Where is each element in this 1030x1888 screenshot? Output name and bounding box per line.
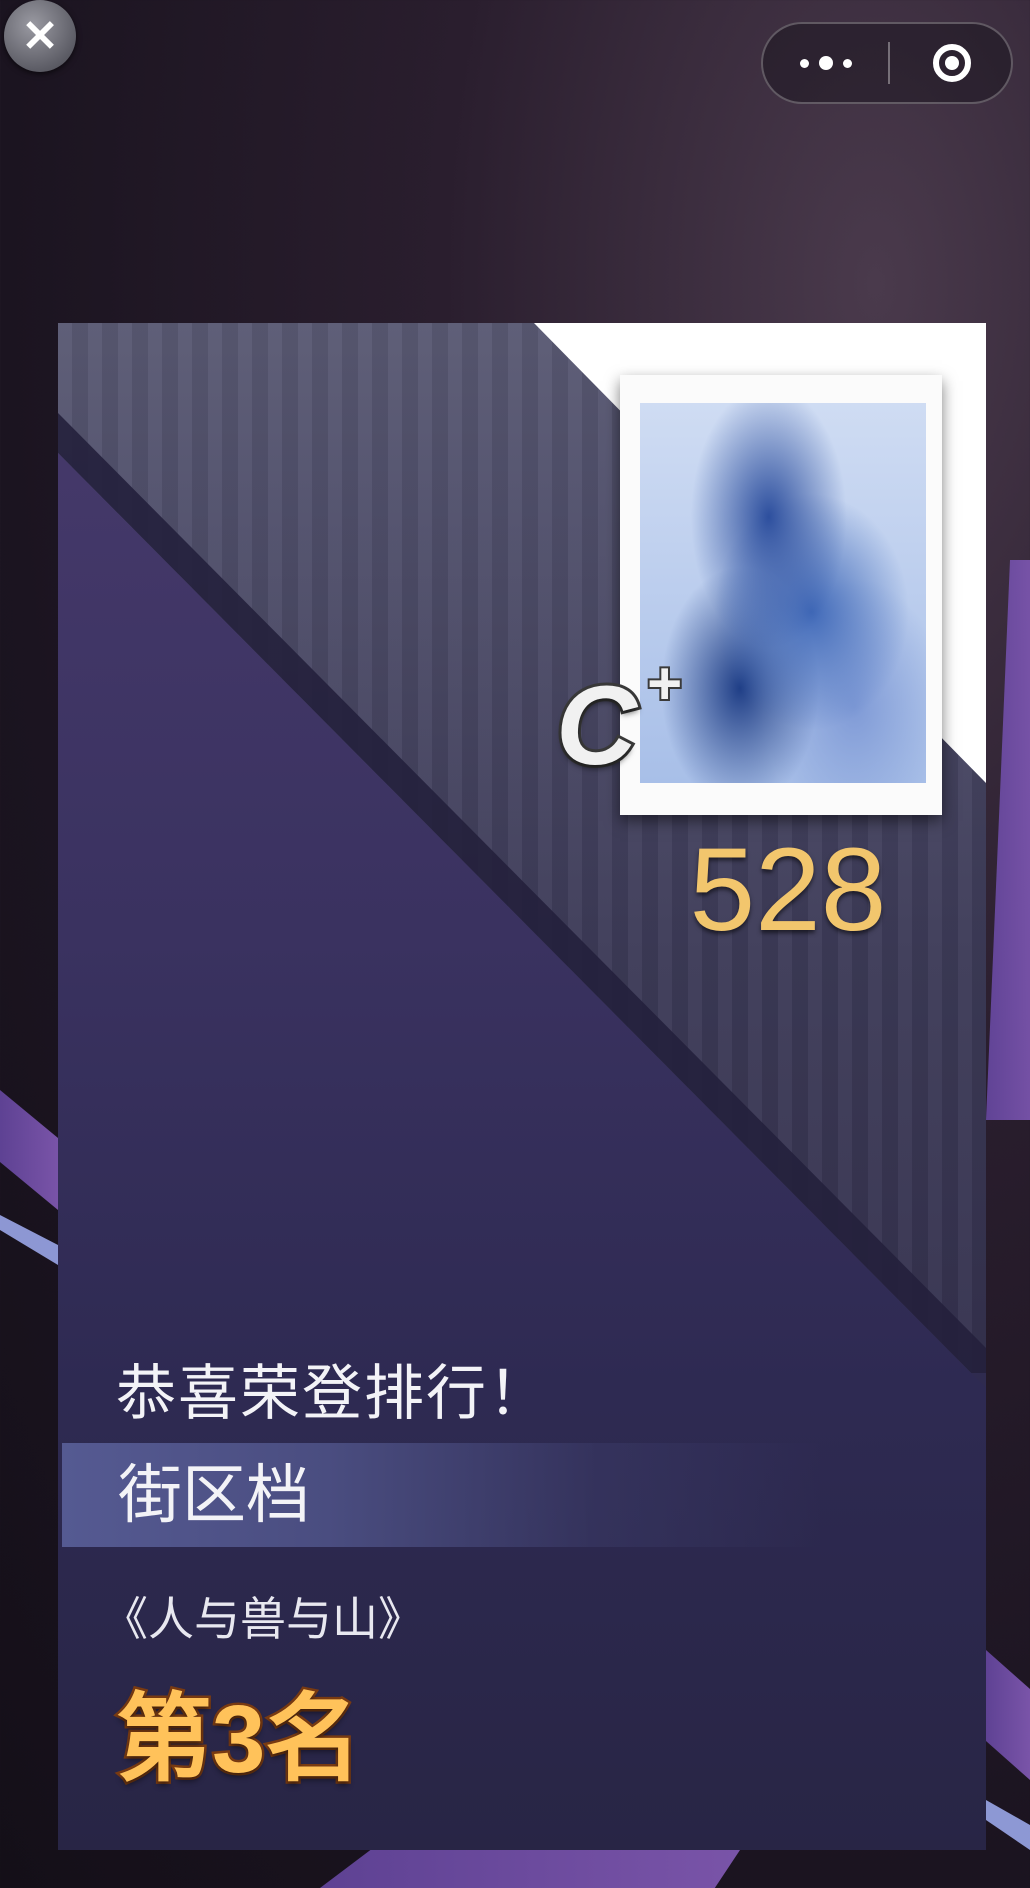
grade-badge: C + (553, 652, 686, 789)
capsule-menu (761, 22, 1013, 104)
bg-stripe-right-bottom (986, 1650, 1030, 1780)
bg-stripe-right-bottom-light (986, 1800, 1030, 1850)
district-label: 街区档 (118, 1459, 310, 1531)
bg-stripe-left (0, 1090, 58, 1210)
grade-letter: C (553, 663, 640, 789)
close-button[interactable]: ✕ (4, 0, 76, 72)
bg-stripe-bottom (320, 1850, 740, 1888)
congrats-text: 恭喜荣登排行！ (116, 1360, 550, 1427)
more-dots-icon (799, 56, 852, 70)
rank-text: 第3名 (113, 1684, 363, 1796)
more-button[interactable] (763, 24, 888, 102)
close-icon: ✕ (21, 11, 59, 61)
district-banner: 街区档 (62, 1443, 822, 1547)
bg-stripe-right-top (986, 560, 1030, 1120)
result-card: C + 528 恭喜荣登排行！ 街区档 《人与兽与山》 第3名 (58, 323, 986, 1850)
work-title: 《人与兽与山》 (102, 1593, 424, 1645)
exit-miniprogram-button[interactable] (890, 24, 1013, 102)
grade-modifier: + (644, 650, 683, 717)
bg-stripe-left-light (0, 1215, 58, 1265)
score-value: 528 (689, 824, 887, 956)
target-circle-icon (932, 44, 971, 82)
